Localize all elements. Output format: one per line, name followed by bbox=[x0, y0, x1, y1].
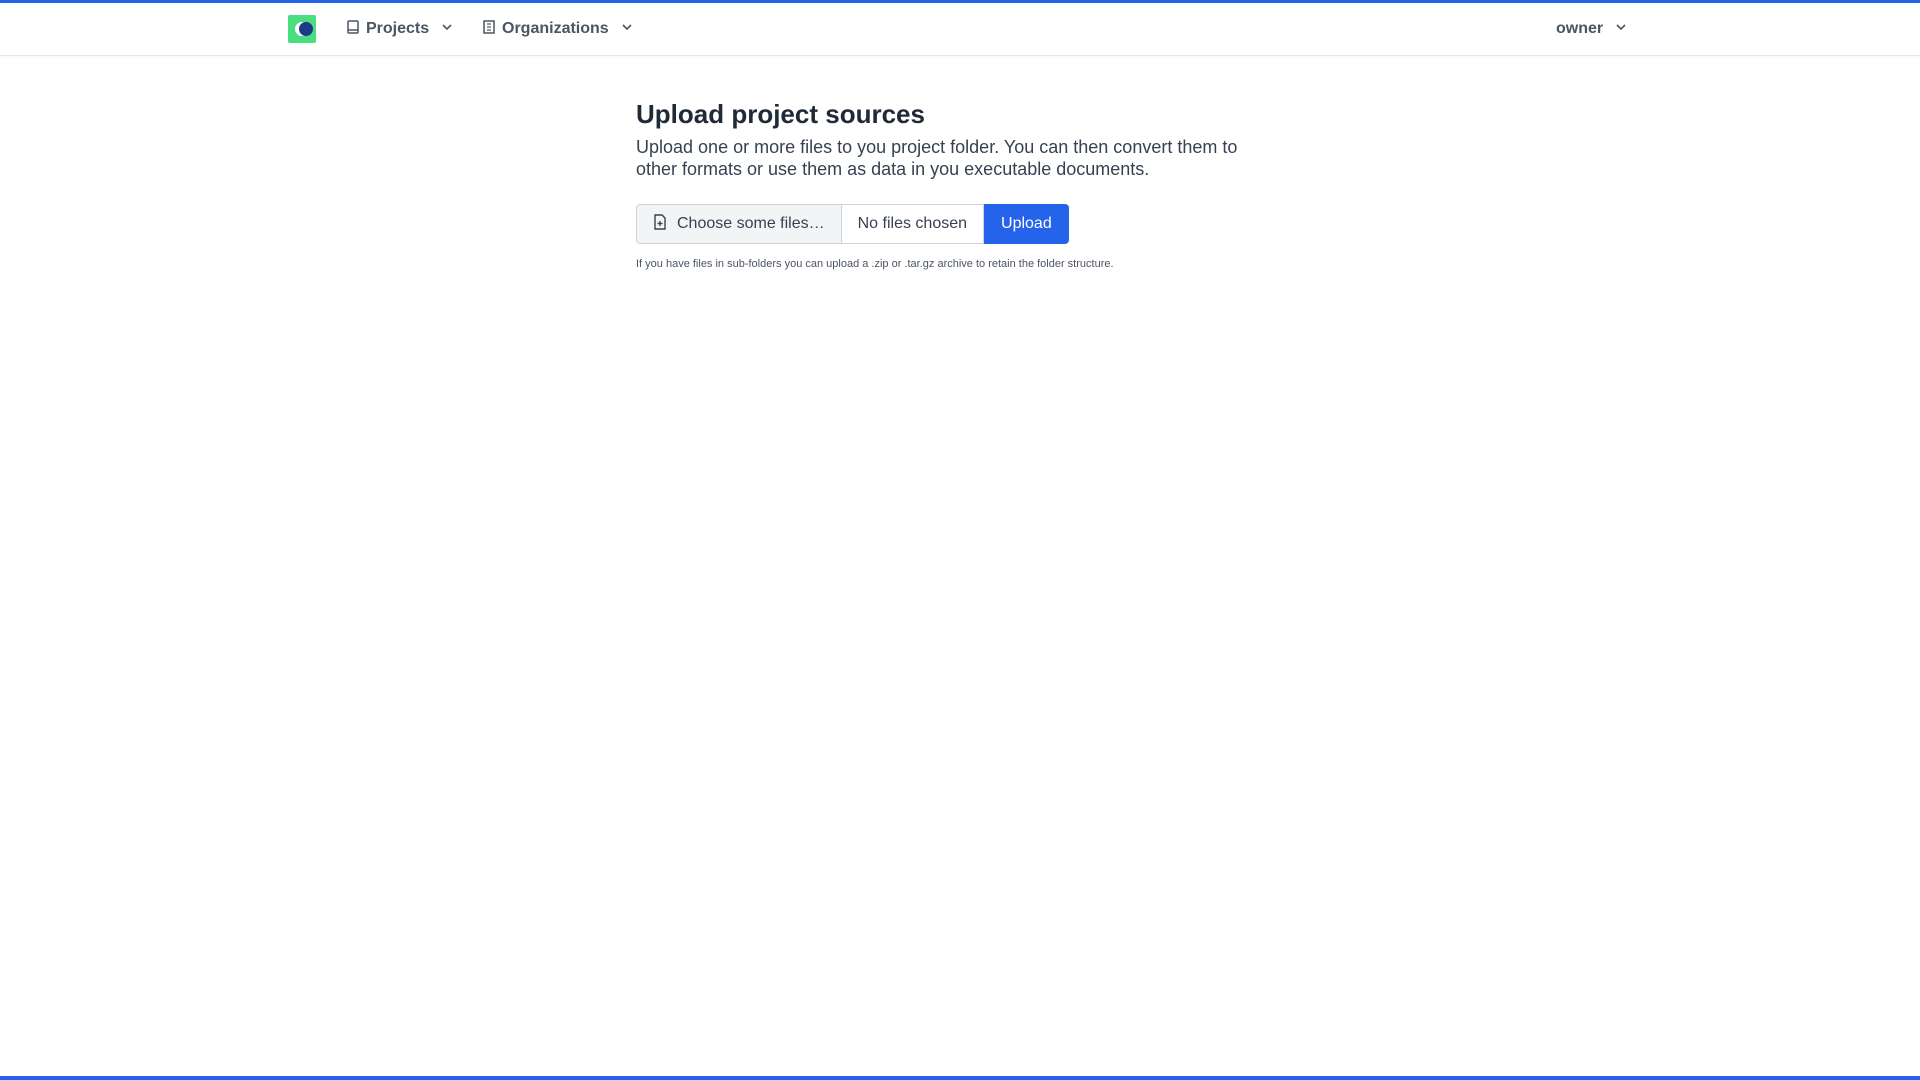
chevron-down-icon bbox=[1615, 20, 1627, 38]
file-status: No files chosen bbox=[840, 204, 985, 244]
nav-projects-label: Projects bbox=[366, 20, 430, 37]
choose-files-button[interactable]: Choose some files… bbox=[636, 204, 841, 244]
top-navbar: Projects Organizations owner bbox=[0, 3, 1920, 56]
choose-files-label: Choose some files… bbox=[677, 215, 825, 232]
upload-section: Upload project sources Upload one or mor… bbox=[636, 96, 1296, 270]
upload-button[interactable]: Upload bbox=[984, 204, 1069, 244]
nav-projects-menu[interactable]: Projects bbox=[346, 18, 453, 40]
logo-dark-circle bbox=[299, 22, 313, 36]
help-text: If you have files in sub-folders you can… bbox=[636, 258, 1114, 270]
page-title: Upload project sources bbox=[636, 99, 925, 129]
chevron-down-icon bbox=[441, 20, 453, 38]
user-menu[interactable]: owner bbox=[1556, 18, 1627, 40]
building-icon bbox=[482, 19, 496, 39]
file-plus-icon bbox=[653, 213, 667, 235]
nav-organizations-label: Organizations bbox=[502, 20, 609, 37]
chevron-down-icon bbox=[621, 20, 633, 38]
page-description: Upload one or more files to you project … bbox=[636, 137, 1238, 179]
app-logo[interactable] bbox=[288, 15, 316, 43]
user-menu-label: owner bbox=[1556, 20, 1604, 37]
bottom-accent-bar bbox=[0, 1076, 1920, 1080]
file-upload-group: Choose some files… No files chosen Uploa… bbox=[636, 204, 1296, 244]
book-icon bbox=[346, 19, 360, 39]
nav-organizations-menu[interactable]: Organizations bbox=[482, 18, 633, 40]
